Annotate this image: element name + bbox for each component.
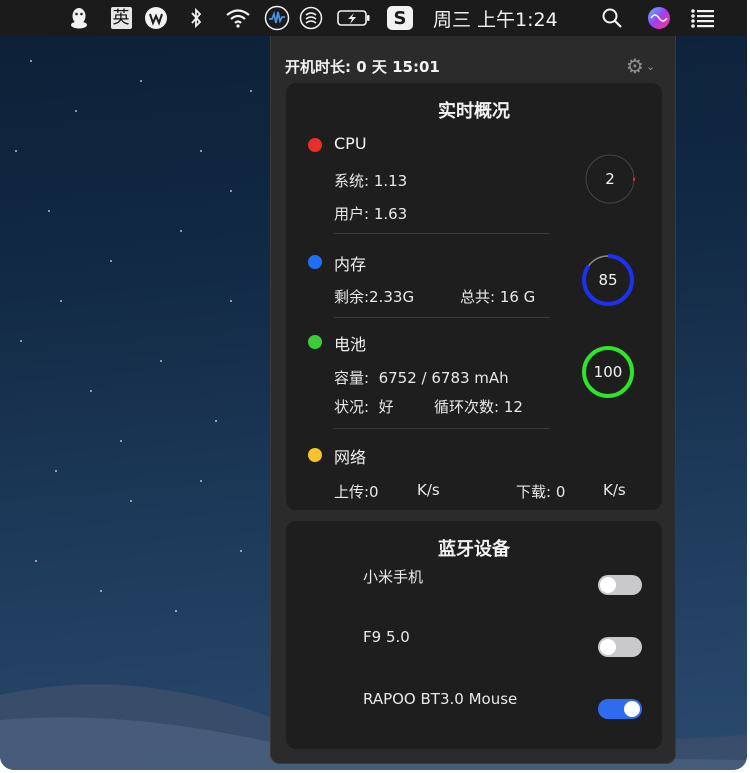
cpu-ring-value: 2	[605, 170, 615, 188]
bluetooth-device-name: RAPOO BT3.0 Mouse	[363, 690, 518, 708]
bluetooth-card: 蓝牙设备 小米手机 F9 5.0 RAPOO BT3.0 Mouse	[286, 521, 662, 749]
network-download-unit: K/s	[603, 481, 626, 499]
chevron-down-icon: ⌄	[645, 59, 656, 73]
toggle-knob	[600, 639, 616, 655]
bluetooth-device-toggle[interactable]	[598, 575, 642, 595]
network-upload-value: 上传:0	[334, 483, 379, 501]
memory-label: 内存	[334, 255, 367, 274]
settings-button[interactable]: ⚙ ⌄	[626, 54, 664, 78]
battery-dot	[308, 335, 322, 349]
memory-dot	[308, 255, 322, 269]
input-method-icon[interactable]: 英	[107, 0, 135, 36]
star	[100, 590, 102, 592]
battery-charging-icon[interactable]	[335, 0, 373, 36]
overview-card: 实时概况 CPU 系统: 1.13 用户: 1.63 2 内存 剩余:2.33G…	[286, 83, 662, 510]
cpu-label: CPU	[334, 134, 367, 153]
network-upload-unit: K/s	[417, 481, 440, 499]
bluetooth-device-name: 小米手机	[363, 568, 424, 586]
star	[230, 300, 232, 302]
menu-bar-clock[interactable]: 周三 上午1:24	[433, 0, 573, 36]
star	[140, 80, 142, 82]
divider	[334, 233, 550, 234]
overview-title: 实时概况	[438, 101, 510, 122]
cpu-system-value: 系统: 1.13	[334, 172, 408, 190]
toggle-knob	[600, 577, 616, 593]
cpu-dot	[308, 138, 322, 152]
divider	[334, 317, 550, 318]
star	[90, 390, 92, 392]
star	[55, 470, 57, 472]
memory-ring-value: 85	[598, 271, 618, 289]
star	[35, 560, 37, 562]
star	[160, 360, 162, 362]
cpu-user-value: 用户: 1.63	[334, 205, 408, 223]
star	[200, 480, 202, 482]
battery-label: 电池	[334, 335, 367, 354]
menu-bar: 英 S 周三 上午1:24	[0, 0, 747, 36]
network-dot	[308, 448, 322, 462]
memory-ring: 85	[580, 252, 636, 308]
audio-wave-icon[interactable]	[262, 0, 292, 36]
bluetooth-title: 蓝牙设备	[438, 539, 510, 560]
bluetooth-device-toggle[interactable]	[598, 637, 642, 657]
star	[48, 210, 50, 212]
cpu-ring: 2	[582, 151, 638, 207]
gear-icon: ⚙	[626, 54, 644, 78]
uptime-label: 开机时长: 0 天 15:01	[285, 58, 440, 76]
star	[110, 260, 112, 262]
network-label: 网络	[334, 448, 367, 467]
siri-icon[interactable]	[644, 0, 674, 36]
star	[240, 550, 242, 552]
star	[60, 300, 62, 302]
search-icon[interactable]	[598, 0, 626, 36]
star	[200, 150, 202, 152]
star	[215, 420, 217, 422]
input-method-label: 英	[110, 7, 132, 29]
s-app-icon[interactable]: S	[385, 0, 415, 36]
memory-free-value: 剩余:2.33G	[334, 288, 415, 306]
star	[130, 500, 132, 502]
star	[230, 190, 232, 192]
star	[15, 150, 17, 152]
battery-ring: 100	[580, 344, 636, 400]
wps-icon[interactable]	[142, 0, 170, 36]
network-download-value: 下载: 0	[516, 483, 566, 501]
bluetooth-device-name: F9 5.0	[363, 628, 410, 646]
bluetooth-device-toggle[interactable]	[598, 699, 642, 719]
battery-status-value: 状况: 好	[334, 398, 394, 416]
divider	[334, 428, 550, 429]
memory-total-value: 总共: 16 G	[460, 288, 536, 306]
wifi-icon[interactable]	[222, 0, 254, 36]
radar-icon[interactable]	[297, 0, 325, 36]
star	[75, 110, 77, 112]
toggle-knob	[624, 701, 640, 717]
star	[20, 340, 22, 342]
bluetooth-icon[interactable]	[184, 0, 208, 36]
battery-ring-value: 100	[593, 363, 623, 381]
qq-icon[interactable]	[64, 0, 94, 36]
star	[120, 440, 122, 442]
s-app-label: S	[387, 6, 413, 30]
battery-cycles-value: 循环次数: 12	[434, 398, 523, 416]
star	[180, 230, 182, 232]
star	[175, 610, 177, 612]
system-monitor-popover: 开机时长: 0 天 15:01 ⚙ ⌄ 实时概况 CPU 系统: 1.13 用户:…	[270, 36, 676, 764]
star	[250, 90, 252, 92]
control-center-icon[interactable]	[688, 0, 718, 36]
star	[30, 60, 32, 62]
battery-capacity-value: 容量: 6752 / 6783 mAh	[334, 369, 509, 387]
